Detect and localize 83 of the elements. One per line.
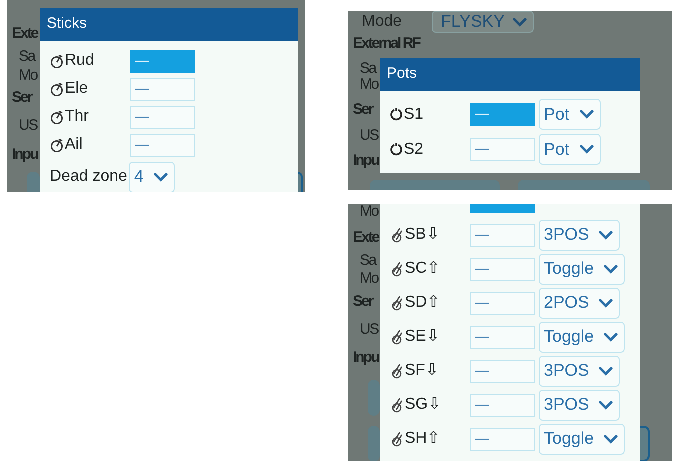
chevron-down-icon: [154, 172, 168, 182]
dialog-title: Pots: [380, 58, 640, 91]
setting-label: US: [360, 321, 378, 339]
setting-label: Sa: [360, 60, 376, 78]
chevron-down-icon: [580, 110, 594, 119]
joystick-icon: [50, 109, 64, 125]
field-label: Mode: [362, 12, 402, 32]
input-field[interactable]: —: [470, 103, 535, 126]
type-select[interactable]: 3POS: [539, 390, 620, 420]
setting-label: US: [360, 127, 378, 145]
section-heading: Ser: [353, 101, 373, 119]
section-heading: Exte: [353, 229, 379, 247]
type-select[interactable]: 2POS: [539, 288, 620, 318]
setting-label: Mo: [360, 76, 378, 94]
joystick-icon: [50, 137, 64, 153]
joystick-icon: [50, 81, 64, 97]
chevron-down-icon: [604, 264, 618, 274]
toggle-switch-icon: [390, 295, 404, 311]
knob-icon: [390, 108, 403, 121]
input-label: Thr: [65, 107, 89, 127]
input-label: Ele: [65, 79, 88, 99]
section-heading: Inpu: [353, 152, 379, 170]
chevron-down-icon: [512, 18, 527, 26]
type-select[interactable]: Toggle: [539, 254, 626, 284]
input-field[interactable]: —: [130, 78, 195, 100]
type-select[interactable]: Pot: [539, 99, 601, 130]
input-field[interactable]: —: [470, 326, 535, 348]
input-field[interactable]: —: [470, 394, 535, 416]
input-field[interactable]: —: [130, 50, 195, 72]
input-label: SD⇧: [405, 293, 440, 313]
input-label: Ail: [65, 135, 83, 155]
setting-label: Mo: [19, 67, 38, 85]
joystick-icon: [50, 53, 64, 69]
toggle-switch-icon: [390, 431, 404, 447]
input-field[interactable]: —: [470, 258, 535, 280]
knob-icon: [390, 143, 403, 156]
input-label: S1: [404, 104, 424, 124]
toggle-switch-icon: [390, 329, 404, 345]
setting-label: Sa: [19, 48, 35, 66]
section-heading: Inpu: [12, 146, 38, 164]
section-heading: Ser: [353, 293, 373, 311]
dead-zone-select[interactable]: 4: [129, 162, 175, 192]
input-label: Rud: [65, 51, 94, 71]
input-field[interactable]: —: [470, 138, 535, 161]
toggle-switch-icon: [390, 261, 404, 277]
type-select[interactable]: Toggle: [539, 424, 626, 454]
toggle-switch-icon: [390, 227, 404, 243]
input-label: S2: [404, 140, 424, 160]
field-label: Dead zone: [50, 167, 128, 187]
type-select[interactable]: 3POS: [539, 220, 620, 250]
chevron-down-icon: [604, 434, 618, 444]
input-field[interactable]: —: [470, 428, 535, 450]
input-field[interactable]: —: [130, 134, 195, 156]
chevron-down-icon: [599, 400, 614, 410]
input-label: SG⇩: [405, 395, 442, 415]
setting-label: US: [19, 117, 38, 135]
input-field[interactable]: —: [130, 106, 195, 128]
input-label: SH⇧: [405, 429, 440, 449]
input-field[interactable]: —: [470, 360, 535, 382]
type-select[interactable]: Toggle: [539, 322, 626, 352]
chevron-down-icon: [599, 366, 614, 376]
setting-label: Mo: [360, 204, 378, 221]
section-heading: Inpu: [353, 349, 379, 367]
input-field[interactable]: —: [470, 224, 535, 246]
section-heading: Exte: [12, 25, 38, 43]
chevron-down-icon: [580, 145, 594, 154]
type-select[interactable]: 3POS: [539, 356, 620, 386]
input-label: SE⇩: [405, 327, 440, 347]
section-heading: Ser: [12, 89, 32, 107]
toggle-switch-icon: [390, 397, 404, 413]
input-label: SC⇧: [405, 259, 440, 279]
section-heading: External RF: [353, 35, 420, 53]
toggle-switch-icon: [390, 363, 404, 379]
chevron-down-icon: [599, 230, 614, 240]
input-label: SF⇩: [405, 361, 438, 381]
type-select[interactable]: Pot: [539, 134, 601, 165]
chevron-down-icon: [599, 298, 614, 308]
dialog-title: Sticks: [40, 8, 298, 41]
setting-label: Sa: [360, 252, 376, 270]
chevron-down-icon: [604, 332, 618, 342]
input-label: SB⇩: [405, 225, 440, 245]
input-field[interactable]: —: [470, 292, 535, 314]
setting-label: Mo: [360, 270, 378, 288]
